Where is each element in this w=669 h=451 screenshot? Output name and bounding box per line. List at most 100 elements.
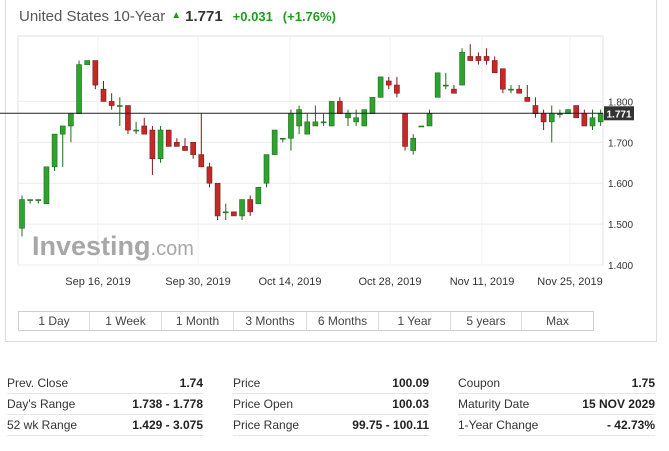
range-button-5-years[interactable]: 5 years [451,312,522,330]
x-tick-label: Nov 25, 2019 [537,276,602,288]
range-button-1-week[interactable]: 1 Week [90,312,162,330]
candle-body [589,117,596,127]
candle-body [214,182,221,217]
candle [255,187,262,204]
candle-body [312,121,319,127]
range-button-1-year[interactable]: 1 Year [379,312,451,330]
stats-row: 52 wk Range 1.429 - 3.075 Price Range 99.75… [7,415,657,436]
stat-value: 100.09 [392,376,429,390]
candle [263,154,270,188]
row-divider [233,435,429,436]
row-divider [458,435,655,436]
candle-body [451,88,457,94]
candle-body [410,137,417,151]
candle-body [198,154,205,168]
stat-label: Coupon [458,376,501,390]
candle-body [133,129,139,132]
x-tick-label: Sep 30, 2019 [165,276,230,288]
candle-body [255,187,262,204]
candle-body [125,105,131,131]
stat-value: 15 NOV 2029 [582,397,655,411]
candle-body [491,60,498,74]
candle-body [231,211,237,217]
row-divider [7,435,203,436]
range-button-1-day[interactable]: 1 Day [19,312,90,330]
candle-body [141,125,148,135]
candle-body [573,105,580,119]
candle [271,129,278,155]
candle [214,182,221,221]
candle [434,72,441,98]
stat-label: Maturity Date [458,397,530,411]
stat-value: 1.738 - 1.778 [132,397,203,411]
candle [573,105,580,119]
candle [402,113,408,151]
candle-body [500,68,506,90]
candle-body [149,129,156,159]
stat-value: 1.75 [631,376,655,390]
candle [125,105,131,135]
stat-label: 1-Year Change [458,418,539,432]
candle [92,60,99,90]
candle [361,109,368,127]
candle-body [117,105,123,107]
candle-body [108,101,115,106]
candle-body [206,166,213,184]
range-button-3-months[interactable]: 3 Months [234,312,307,330]
stat-label: Day's Range [7,397,76,411]
candle-body [402,113,408,147]
stat-value: 1.429 - 3.075 [132,418,203,432]
candle [84,60,90,65]
time-range-selector: 1 Day 1 Week 1 Month 3 Months 6 Months 1 Year… [18,311,594,331]
candle-body [581,113,588,127]
candle-body [43,166,50,204]
candle-body [239,199,245,217]
candle-body [345,113,351,119]
candle [76,60,82,114]
candle-body [475,56,482,61]
candle-body [508,88,514,91]
candle [51,133,58,171]
candle-body [165,129,172,147]
candle-body [59,125,66,135]
candle [418,125,425,128]
candle-body [76,64,82,114]
candle-body [51,133,58,168]
candle-body [426,113,433,127]
candle [43,166,50,204]
candle-body [516,88,522,94]
y-tick-label: 1.700 [608,138,633,149]
candle-body [337,101,343,114]
candle [459,48,465,86]
range-button-max[interactable]: Max [522,312,593,330]
x-tick-label: Sep 16, 2019 [65,276,130,288]
candle-body [394,84,400,94]
candle-body [467,56,474,61]
candle-body [548,113,555,123]
candle-body [353,117,359,123]
stats-row: Day's Range 1.738 - 1.778 Price Open 100.03… [7,394,657,415]
range-button-6-months[interactable]: 6 Months [307,312,379,330]
x-tick-label: Nov 11, 2019 [450,276,515,288]
candle-body [68,113,74,127]
candle-body [92,60,99,86]
candle-body [279,137,286,140]
candle-body [157,129,164,159]
stat-label: Price [233,376,261,390]
candle-body [597,113,604,123]
candle-body [532,105,539,114]
y-tick-label: 1.500 [608,220,633,231]
y-tick-label: 1.600 [608,179,633,190]
candle-body [263,154,270,184]
range-button-1-month[interactable]: 1 Month [162,312,234,330]
candle-body [418,125,425,128]
candle-body [288,113,294,139]
candle-body [377,76,384,98]
candle [157,125,164,163]
candle-body [369,97,376,114]
candle-body [361,109,368,127]
candlestick-chart[interactable]: 1.4001.5001.6001.7001.800Sep 16, 2019 Sep… [0,0,669,300]
candle [377,76,384,98]
candle-body [271,129,278,155]
candle-body [296,109,302,127]
